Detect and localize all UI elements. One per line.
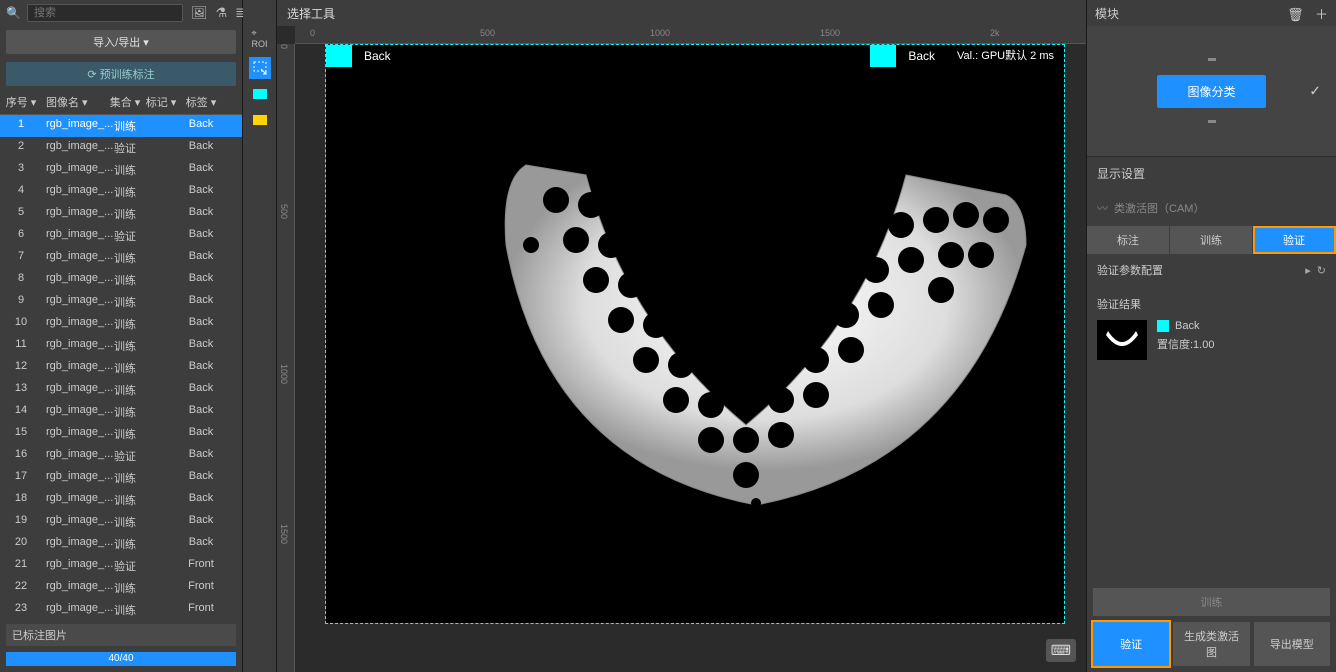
progress-text: 40/40 [6,652,236,666]
ruler-horizontal: 0500100015002k [295,26,1086,44]
image-icon[interactable]: 🖼 [191,5,208,21]
label-chip-1 [326,45,352,67]
col-seq[interactable]: 序号 ▾ [0,94,42,110]
result-confidence: 置信度:1.00 [1157,336,1214,352]
table-row[interactable]: 22rgb_image_...训练Front [0,577,242,599]
tab-label[interactable]: 标注 [1087,226,1170,254]
table-row[interactable]: 21rgb_image_...验证Front [0,555,242,577]
right-panel: 模块 🗑 ＋ 图像分类 ✓ 显示设置 〰 类激活图（CAM） 标注 训练 验证 … [1086,0,1336,672]
image-content [326,45,1064,623]
table-row[interactable]: 16rgb_image_...验证Back [0,445,242,467]
result-item: Back 置信度:1.00 [1097,320,1326,360]
config-label: 验证参数配置 [1097,262,1163,278]
label-bar: Back Back Val.: GPU默认 2 ms [326,45,1064,67]
table-row[interactable]: 7rgb_image_...训练Back [0,247,242,269]
table-row[interactable]: 19rgb_image_...训练Back [0,511,242,533]
import-export-button[interactable]: 导入/导出 ▾ [6,30,236,54]
ruler-vertical: 050010001500 [277,44,295,672]
module-handle-bottom[interactable] [1208,120,1216,123]
table-row[interactable]: 18rgb_image_...训练Back [0,489,242,511]
module-section: 图像分类 ✓ [1087,26,1336,156]
module-box[interactable]: 图像分类 [1157,75,1265,108]
table-row[interactable]: 11rgb_image_...训练Back [0,335,242,357]
tab-row: 标注 训练 验证 [1087,226,1336,254]
table-body[interactable]: 1rgb_image_...训练Back2rgb_image_...验证Back… [0,115,242,618]
result-thumb [1097,320,1147,360]
add-icon[interactable]: ＋ [1315,7,1328,22]
search-bar: 🔍 🖼 ⚗ ≣ ▦ [0,0,242,26]
table-row[interactable]: 1rgb_image_...训练Back [0,115,242,137]
tab-train[interactable]: 训练 [1170,226,1253,254]
pretrain-row: ⟳ 预训练标注 [6,62,236,86]
val-label: Val.: GPU默认 2 ms [947,45,1064,67]
table-row[interactable]: 14rgb_image_...训练Back [0,401,242,423]
label-text-2: Back [896,45,947,67]
table-row[interactable]: 8rgb_image_...训练Back [0,269,242,291]
footer-left: 已标注图片 40/40 [0,618,242,672]
search-input[interactable] [27,4,183,22]
search-icon: 🔍 [6,6,21,20]
keyboard-icon[interactable]: ⌨ [1046,639,1076,662]
label-chip-2 [870,45,896,67]
canvas-inner[interactable]: Back Back Val.: GPU默认 2 ms [295,44,1086,672]
table-row[interactable]: 20rgb_image_...训练Back [0,533,242,555]
table-row[interactable]: 2rgb_image_...验证Back [0,137,242,159]
swatch-cyan[interactable] [249,83,271,105]
select-tool[interactable] [249,57,271,79]
module-handle-top[interactable] [1208,58,1216,61]
col-tag[interactable]: 标签 ▾ [179,94,223,110]
train-button[interactable]: 训练 [1093,588,1330,616]
table-row[interactable]: 12rgb_image_...训练Back [0,357,242,379]
col-name[interactable]: 图像名 ▾ [42,94,107,110]
footer-label: 已标注图片 [6,624,236,646]
roi-label: ⌖ROI [251,28,267,49]
right-header: 模块 🗑 ＋ [1087,0,1336,26]
result-label: Back [1175,320,1199,332]
label-text-1: Back [352,45,403,67]
history-icon[interactable]: ↻ [1317,264,1326,277]
col-mark[interactable]: 标记 ▾ [143,94,179,110]
left-panel: 🔍 🖼 ⚗ ≣ ▦ 导入/导出 ▾ ⟳ 预训练标注 序号 ▾ 图像名 ▾ 集合 … [0,0,243,672]
filter-icon[interactable]: ⚗ [215,5,227,21]
canvas-area: 选择工具 0500100015002k 050010001500 Back Ba… [277,0,1086,672]
display-settings-title: 显示设置 [1087,156,1336,190]
export-model-button[interactable]: 导出模型 [1254,622,1330,666]
wave-icon: 〰 [1097,200,1108,216]
pretrain-button[interactable]: ⟳ 预训练标注 [6,62,236,86]
table-row[interactable]: 9rgb_image_...训练Back [0,291,242,313]
result-title: 验证结果 [1097,296,1326,312]
tool-strip: ⌖ROI [243,0,277,672]
table-row[interactable]: 23rgb_image_...训练Front [0,599,242,618]
expand-icon[interactable]: ▸ [1305,264,1311,277]
swatch-yellow[interactable] [249,109,271,131]
canvas-title: 选择工具 [277,0,1086,26]
table-row[interactable]: 15rgb_image_...训练Back [0,423,242,445]
tab-validate[interactable]: 验证 [1253,226,1336,254]
right-footer: 训练 验证 生成类激活图 导出模型 [1087,582,1336,672]
cam-row[interactable]: 〰 类激活图（CAM） [1087,190,1336,226]
check-icon: ✓ [1309,83,1321,100]
progress-bar: 40/40 [6,652,236,666]
result-section: 验证结果 Back 置信度:1.00 [1087,286,1336,370]
table-row[interactable]: 3rgb_image_...训练Back [0,159,242,181]
table-row[interactable]: 5rgb_image_...训练Back [0,203,242,225]
cam-label: 类激活图（CAM） [1114,200,1204,216]
table-header: 序号 ▾ 图像名 ▾ 集合 ▾ 标记 ▾ 标签 ▾ [0,90,242,115]
import-export: 导入/导出 ▾ [6,30,236,54]
config-row[interactable]: 验证参数配置 ▸ ↻ [1087,254,1336,286]
image-frame[interactable]: Back Back Val.: GPU默认 2 ms [325,44,1065,624]
table-row[interactable]: 4rgb_image_...训练Back [0,181,242,203]
result-swatch [1157,320,1169,332]
table-row[interactable]: 10rgb_image_...训练Back [0,313,242,335]
generate-cam-button[interactable]: 生成类激活图 [1173,622,1249,666]
table-row[interactable]: 17rgb_image_...训练Back [0,467,242,489]
col-set[interactable]: 集合 ▾ [107,94,143,110]
table-row[interactable]: 13rgb_image_...训练Back [0,379,242,401]
module-title: 模块 [1095,5,1119,22]
delete-icon[interactable]: 🗑 [1287,7,1304,22]
validate-button[interactable]: 验证 [1093,622,1169,666]
table-row[interactable]: 6rgb_image_...验证Back [0,225,242,247]
